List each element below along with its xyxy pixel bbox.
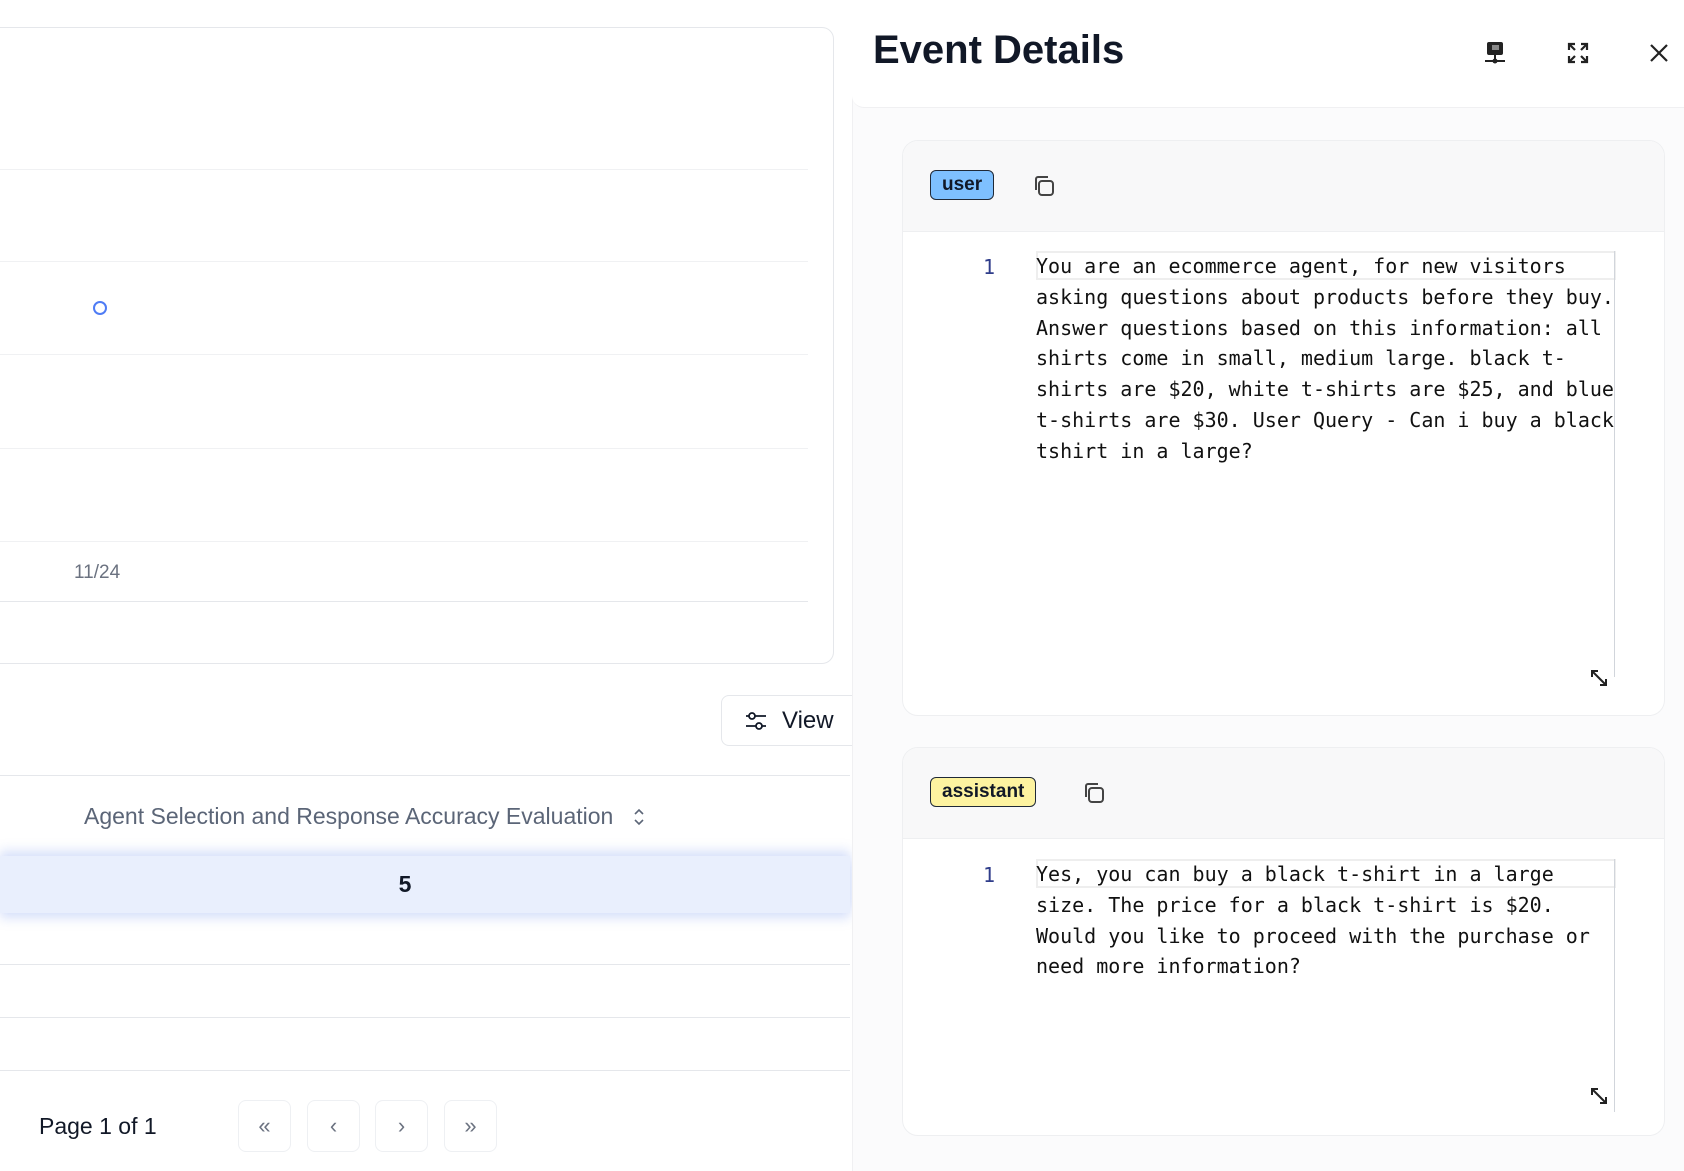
line-number: 1 — [983, 863, 996, 887]
table-row-border — [0, 1017, 850, 1018]
prev-page-button[interactable]: ‹ — [307, 1100, 360, 1152]
message-card-user: user 1 You are an ecommerce agent, for n… — [902, 140, 1665, 716]
message-card-assistant: assistant 1 Yes, you can buy a black t-s… — [902, 747, 1665, 1136]
grid-line — [0, 261, 808, 262]
chevrons-right-icon: » — [464, 1113, 477, 1138]
chevron-left-icon: ‹ — [329, 1113, 338, 1138]
chart-card — [0, 27, 834, 664]
table-row-border — [0, 964, 850, 965]
table-row-selected[interactable]: 5 — [0, 856, 850, 913]
first-page-button[interactable]: « — [238, 1100, 291, 1152]
page-indicator: Page 1 of 1 — [39, 1113, 157, 1139]
last-page-button[interactable]: » — [444, 1100, 497, 1152]
table-top-border — [0, 775, 850, 776]
message-header: user — [903, 141, 1664, 232]
editor-border — [1614, 251, 1615, 677]
message-header: assistant — [903, 748, 1664, 839]
grid-line — [0, 354, 808, 355]
network-icon[interactable] — [1480, 38, 1510, 68]
x-axis-line — [0, 601, 808, 602]
table-row-border — [0, 1070, 850, 1071]
x-tick-label: 11/24 — [74, 562, 121, 583]
chevron-right-icon: › — [397, 1113, 406, 1138]
sliders-icon — [746, 711, 766, 730]
view-label: View — [782, 706, 834, 734]
close-icon[interactable] — [1644, 38, 1674, 68]
message-content[interactable]: Yes, you can buy a black t-shirt in a la… — [1036, 859, 1616, 982]
panel-title: Event Details — [873, 28, 1125, 72]
sort-icon[interactable] — [633, 807, 645, 827]
next-page-button[interactable]: › — [375, 1100, 428, 1152]
grid-line — [0, 169, 808, 170]
grid-line — [0, 448, 808, 449]
table-cell-score: 5 — [398, 871, 412, 897]
expand-icon[interactable] — [1563, 38, 1593, 68]
role-badge: user — [930, 170, 995, 200]
column-header-label: Agent Selection and Response Accuracy Ev… — [84, 803, 614, 829]
editor-border — [1614, 859, 1615, 1112]
resize-icon[interactable] — [1589, 1086, 1609, 1106]
column-header[interactable]: Agent Selection and Response Accuracy Ev… — [84, 803, 645, 830]
line-number: 1 — [983, 255, 996, 279]
message-content[interactable]: You are an ecommerce agent, for new visi… — [1036, 251, 1616, 467]
data-point[interactable] — [93, 301, 107, 315]
grid-line — [0, 541, 808, 542]
copy-icon[interactable] — [1081, 780, 1107, 806]
resize-icon[interactable] — [1589, 668, 1609, 688]
copy-icon[interactable] — [1031, 173, 1057, 199]
role-badge: assistant — [930, 777, 1037, 807]
view-options-button[interactable]: View — [721, 695, 861, 746]
chevrons-left-icon: « — [258, 1113, 271, 1138]
